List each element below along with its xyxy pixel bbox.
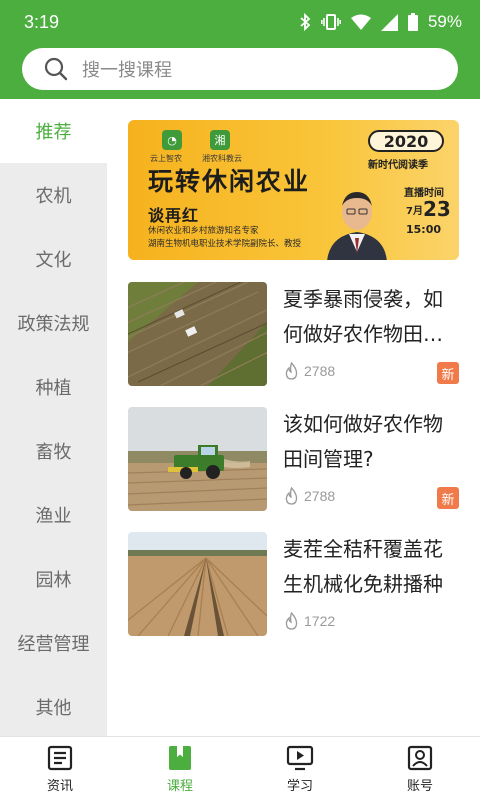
- nav-study[interactable]: 学习: [240, 737, 360, 800]
- course-thumbnail: [128, 532, 267, 636]
- yunshang-logo-icon: ◔: [162, 130, 182, 150]
- bottom-nav: 资讯 课程 学习 账号: [0, 736, 480, 800]
- app-header: 3:19 59% 搜一搜课程: [0, 0, 480, 99]
- category-sidebar: 推荐 农机 文化 政策法规 种植 畜牧 渔业 园林 经营管理 其他: [0, 99, 107, 736]
- fire-icon: [285, 362, 298, 380]
- course-thumbnail: [128, 407, 267, 511]
- course-title[interactable]: 麦茬全秸秆覆盖花生机械化免耕播种: [283, 532, 459, 602]
- banner-year: 2020: [368, 130, 444, 152]
- sidebar-item-gardening[interactable]: 园林: [0, 547, 107, 611]
- nav-news[interactable]: 资讯: [0, 737, 120, 800]
- sidebar-item-planting[interactable]: 种植: [0, 355, 107, 419]
- nav-account[interactable]: 账号: [360, 737, 480, 800]
- news-icon: [47, 745, 73, 770]
- course-views: 1722: [285, 612, 335, 630]
- course-views-count: 1722: [304, 613, 336, 629]
- sidebar-item-management[interactable]: 经营管理: [0, 611, 107, 675]
- search-input[interactable]: 搜一搜课程: [82, 56, 172, 82]
- banner-month: 7月: [406, 206, 423, 217]
- account-icon: [407, 745, 433, 770]
- nav-course-label: 课程: [166, 778, 193, 794]
- sidebar-item-machinery[interactable]: 农机: [0, 163, 107, 227]
- sidebar-item-recommend[interactable]: 推荐: [0, 99, 107, 163]
- sidebar-item-livestock[interactable]: 畜牧: [0, 419, 107, 483]
- signal-icon: [380, 13, 398, 31]
- speaker-photo: [327, 192, 387, 260]
- course-icon: [169, 745, 191, 770]
- sidebar-item-other[interactable]: 其他: [0, 675, 107, 739]
- study-icon: [286, 745, 314, 770]
- sidebar-item-fishery[interactable]: 渔业: [0, 483, 107, 547]
- status-bar: 3:19 59%: [0, 0, 480, 46]
- banner-season: 新时代阅读季: [368, 160, 428, 171]
- status-icons: 59%: [299, 12, 462, 32]
- banner-title: 玩转休闲农业: [148, 167, 311, 196]
- battery-percent: 59%: [427, 12, 462, 31]
- sidebar-item-culture[interactable]: 文化: [0, 227, 107, 291]
- battery-icon: [407, 13, 418, 31]
- course-views-count: 2788: [304, 363, 336, 379]
- nav-course[interactable]: 课程: [120, 737, 240, 800]
- course-views-count: 2788: [304, 488, 336, 504]
- promo-banner[interactable]: ◔ 云上智农 湘 湘农科教云 2020 新时代阅读季 玩转休闲农业 谈再红 休闲…: [128, 120, 459, 260]
- course-thumbnail: [128, 282, 267, 386]
- fire-icon: [285, 612, 298, 630]
- search-icon: [44, 57, 68, 81]
- fire-icon: [285, 487, 298, 505]
- banner-desc1: 休闲农业和乡村旅游知名专家: [148, 226, 259, 236]
- course-title[interactable]: 该如何做好农作物田间管理?: [283, 407, 459, 477]
- xiangnong-logo-icon: 湘: [210, 130, 230, 150]
- new-badge: 新: [437, 362, 459, 384]
- new-badge: 新: [437, 487, 459, 509]
- course-content: ◔ 云上智农 湘 湘农科教云 2020 新时代阅读季 玩转休闲农业 谈再红 休闲…: [107, 99, 480, 736]
- banner-desc2: 湖南生物机电职业技术学院副院长、教授: [148, 239, 302, 249]
- sidebar-item-policy[interactable]: 政策法规: [0, 291, 107, 355]
- course-item[interactable]: 该如何做好农作物田间管理? 2788 新: [128, 407, 459, 511]
- banner-day: 23: [423, 197, 451, 221]
- course-item[interactable]: 夏季暴雨侵袭，如何做好农作物田间管理？ 2788 新: [128, 282, 459, 386]
- course-views: 2788: [285, 362, 335, 380]
- course-views: 2788: [285, 487, 335, 505]
- bluetooth-icon: [300, 13, 311, 31]
- banner-speaker-name: 谈再红: [148, 206, 200, 225]
- search-bar[interactable]: 搜一搜课程: [22, 48, 458, 90]
- banner-time: 15:00: [406, 223, 442, 236]
- status-time: 3:19: [24, 12, 60, 32]
- course-item[interactable]: 麦茬全秸秆覆盖花生机械化免耕播种 1722: [128, 532, 459, 636]
- nav-news-label: 资讯: [46, 778, 73, 794]
- wifi-icon: [350, 14, 371, 30]
- nav-account-label: 账号: [406, 778, 433, 794]
- course-title[interactable]: 夏季暴雨侵袭，如何做好农作物田间管理？: [283, 282, 459, 352]
- nav-study-label: 学习: [286, 778, 313, 794]
- vibrate-icon: [320, 14, 341, 30]
